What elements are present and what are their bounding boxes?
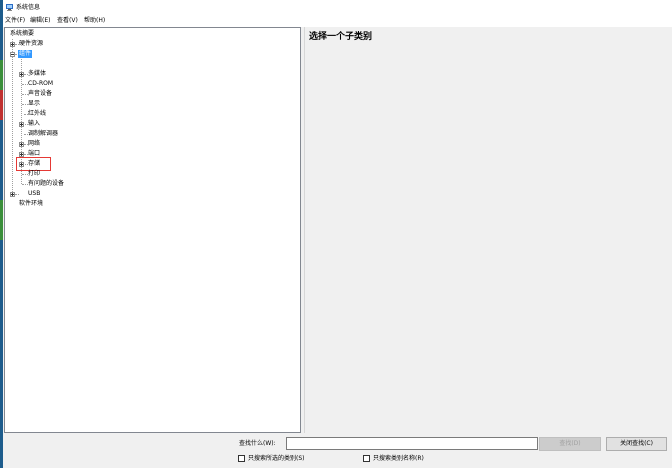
tree-node-multimedia[interactable]: 多媒体: [27, 70, 47, 78]
search-category-names-checkbox[interactable]: [363, 455, 370, 462]
tree-node-network[interactable]: 网络: [27, 140, 41, 148]
detail-heading: 选择一个子类别: [309, 32, 373, 42]
tree-connector: [12, 39, 13, 194]
find-label: 查找什么(W):: [239, 440, 276, 447]
system-info-icon: [6, 4, 13, 11]
tree-node-modem[interactable]: 调制解调器: [27, 130, 59, 138]
find-input[interactable]: [286, 437, 538, 450]
tree-node-printing[interactable]: 打印: [27, 170, 41, 178]
menu-bar: 文件(F) 编辑(E) 查看(V) 帮助(H): [3, 15, 672, 27]
expand-icon[interactable]: [10, 42, 15, 47]
find-button[interactable]: 查找(D): [539, 437, 601, 451]
detail-pane: 选择一个子类别: [304, 27, 672, 433]
tree-node-sound-devices[interactable]: 声音设备: [27, 90, 53, 98]
expand-icon[interactable]: [19, 142, 24, 147]
tree-node-usb[interactable]: USB: [27, 190, 41, 198]
title-bar[interactable]: 系统信息: [3, 0, 672, 15]
search-selected-category-checkbox[interactable]: [238, 455, 245, 462]
tree-connector: [15, 194, 19, 195]
menu-file[interactable]: 文件(F): [5, 17, 25, 25]
tree-node-hardware-resources[interactable]: 硬件资源: [18, 40, 44, 48]
tree-node-infrared[interactable]: 红外线: [27, 110, 47, 118]
tree-root-system-summary[interactable]: 系统摘要: [9, 30, 35, 38]
tree-node-display[interactable]: 显示: [27, 100, 41, 108]
expand-icon[interactable]: [19, 122, 24, 127]
tree-node-cd-rom[interactable]: CD-ROM: [27, 80, 54, 88]
tree-node-input[interactable]: 输入: [27, 120, 41, 128]
expand-icon[interactable]: [19, 72, 24, 77]
close-find-button[interactable]: 关闭查找(C): [606, 437, 667, 451]
window-title: 系统信息: [16, 4, 41, 11]
search-selected-category-label: 只搜索所选的类别(S): [248, 455, 305, 462]
system-information-window: 系统信息 文件(F) 编辑(E) 查看(V) 帮助(H) 系统摘要 硬件资源 组…: [3, 0, 672, 468]
collapse-icon[interactable]: [10, 52, 15, 57]
expand-icon[interactable]: [10, 192, 15, 197]
annotation-highlight-box: [16, 157, 51, 171]
menu-help[interactable]: 帮助(H): [84, 17, 105, 25]
tree-node-problem-devices[interactable]: 有问题的设备: [27, 180, 65, 188]
menu-view[interactable]: 查看(V): [57, 17, 78, 25]
category-tree[interactable]: 系统摘要 硬件资源 组件 多媒体 CD-ROM 声音设备 显示 红外线 输入 调…: [4, 27, 301, 433]
tree-node-software-environment[interactable]: 软件环境: [18, 200, 44, 208]
search-category-names-label: 只搜索类别名称(R): [373, 455, 424, 462]
menu-edit[interactable]: 编辑(E): [30, 17, 50, 25]
tree-node-components[interactable]: 组件: [18, 50, 33, 58]
